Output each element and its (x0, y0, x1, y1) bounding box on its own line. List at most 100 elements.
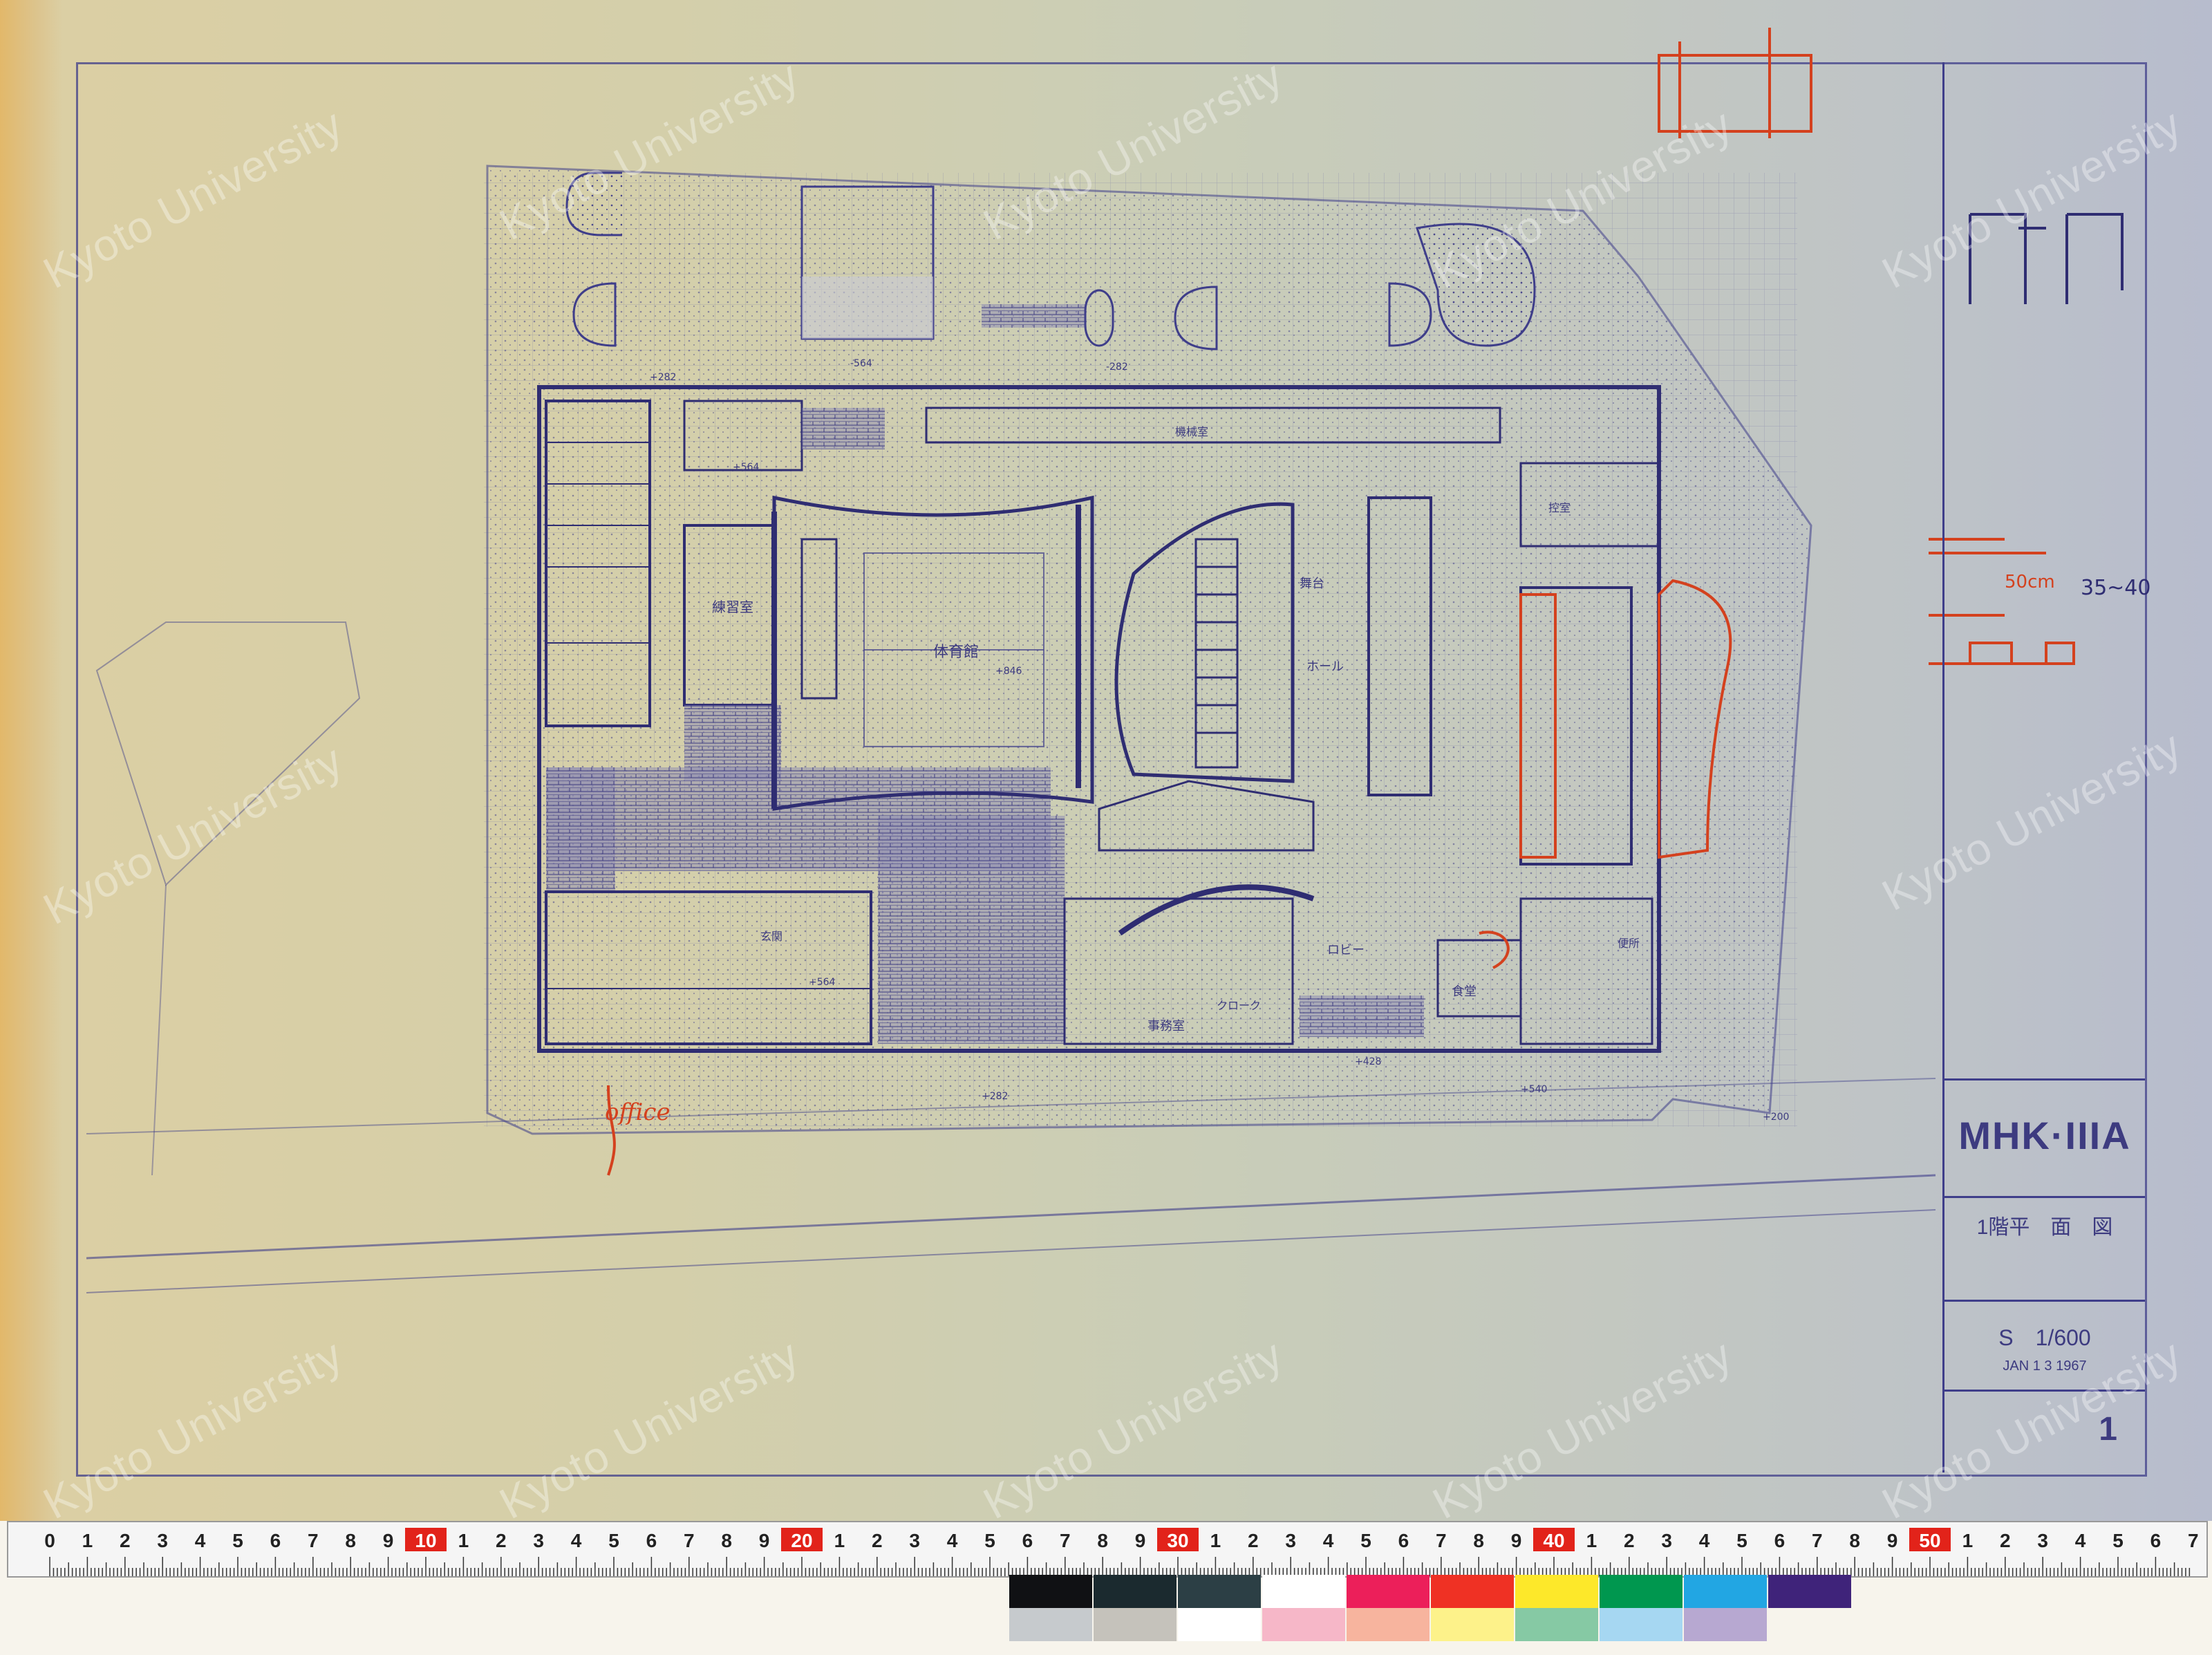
ruler-label: 2 (1624, 1530, 1635, 1551)
level-mark: +846 (995, 666, 1022, 677)
ruler-label: 30 (1167, 1530, 1188, 1551)
color-patch (1431, 1575, 1514, 1608)
ruler-label: 8 (1097, 1530, 1108, 1551)
ruler-label: 7 (2188, 1530, 2199, 1551)
ruler-label: 7 (1060, 1530, 1071, 1551)
label-toilet: 便所 (1618, 937, 1640, 950)
level-mark: +564 (733, 462, 760, 473)
color-patch (1094, 1608, 1177, 1641)
drawing-sheet: 体育館 練習室 舞台 ホール 事務室 クローク ロビー 食堂 便所 機械室 玄関… (0, 0, 2212, 1521)
label-entrance: 玄関 (760, 930, 782, 943)
color-patch (1684, 1608, 1767, 1641)
ruler-label: 5 (1360, 1530, 1371, 1551)
label-lobby: ロビー (1327, 943, 1365, 957)
label-cloak: クローク (1217, 999, 1261, 1012)
ruler-label: 7 (1812, 1530, 1823, 1551)
level-mark: +282 (650, 372, 676, 383)
ruler-label: 5 (1736, 1530, 1747, 1551)
ruler-label: 5 (232, 1530, 243, 1551)
color-patch (1768, 1575, 1851, 1608)
ruler-label: 9 (1511, 1530, 1522, 1551)
ruler-label: 1 (834, 1530, 845, 1551)
ruler-label: 4 (2075, 1530, 2086, 1551)
ruler-label: 2 (872, 1530, 883, 1551)
color-patch (1178, 1575, 1261, 1608)
ruler-label: 4 (1699, 1530, 1710, 1551)
color-patch (1009, 1608, 1092, 1641)
ruler-label: 6 (270, 1530, 281, 1551)
ruler-label: 3 (1285, 1530, 1296, 1551)
ruler-label: 1 (1962, 1530, 1974, 1551)
label-waiting: 控室 (1548, 501, 1571, 514)
label-gym: 体育館 (933, 644, 979, 661)
level-mark: -282 (1106, 362, 1128, 373)
ruler-label: 2 (1248, 1530, 1259, 1551)
ruler-label: 1 (1586, 1530, 1597, 1551)
ruler-label: 40 (1543, 1530, 1564, 1551)
ruler-label: 6 (1398, 1530, 1409, 1551)
color-patch (1347, 1608, 1430, 1641)
color-patch (1347, 1575, 1430, 1608)
color-patch (1684, 1575, 1767, 1608)
ruler-label: 4 (571, 1530, 582, 1551)
ruler-label: 8 (345, 1530, 356, 1551)
label-hall: ホール (1306, 660, 1344, 674)
ruler-label: 9 (1887, 1530, 1898, 1551)
drawing-title: 1階平 面 図 (1976, 1216, 2113, 1239)
ruler-label: 8 (1849, 1530, 1860, 1551)
ruler-label: 2 (120, 1530, 131, 1551)
level-mark: -564 (850, 358, 872, 369)
measurement-ruler: 0 1 2 3 4 5 6 7 8 9 10 1 2 3 4 5 6 7 8 9 20 1 2 3 4 5 6 7 8 9 30 1 2 3 4 5 6… (7, 1521, 2208, 1578)
ruler-label: 1 (458, 1530, 469, 1551)
color-patch (1515, 1608, 1598, 1641)
ruler-label: 0 (44, 1530, 55, 1551)
ruler-label: 5 (2112, 1530, 2124, 1551)
red-note-office: office (605, 1098, 671, 1126)
ruler-label: 3 (157, 1530, 168, 1551)
color-patch (1178, 1608, 1261, 1641)
ruler-label: 2 (496, 1530, 507, 1551)
color-patch (1431, 1608, 1514, 1641)
ruler-label: 5 (608, 1530, 619, 1551)
ruler-label: 6 (1022, 1530, 1033, 1551)
ruler-label: 5 (984, 1530, 995, 1551)
color-patch (1094, 1575, 1177, 1608)
ruler-label: 9 (383, 1530, 394, 1551)
ruler-label: 6 (1774, 1530, 1785, 1551)
ruler-label: 10 (415, 1530, 436, 1551)
ruler-label: 7 (308, 1530, 319, 1551)
color-patch (1515, 1575, 1598, 1608)
color-patch (1262, 1608, 1345, 1641)
level-mark: +564 (809, 977, 836, 988)
level-mark: +282 (982, 1091, 1008, 1102)
scale: S 1/600 (1998, 1325, 2091, 1350)
ruler-label: 1 (1210, 1530, 1221, 1551)
label-stage: 舞台 (1300, 577, 1324, 591)
ruler-label: 3 (909, 1530, 920, 1551)
color-patch (1262, 1575, 1345, 1608)
color-patch (1600, 1575, 1683, 1608)
ruler-label: 50 (1919, 1530, 1940, 1551)
color-patch (1009, 1575, 1092, 1608)
level-mark: +428 (1355, 1056, 1381, 1067)
label-office-room: 事務室 (1147, 1019, 1185, 1034)
ruler-label: 3 (533, 1530, 544, 1551)
ruler-label: 6 (2150, 1530, 2162, 1551)
ruler-label: 2 (2000, 1530, 2011, 1551)
ruler-label: 3 (2037, 1530, 2048, 1551)
ruler-label: 8 (1473, 1530, 1484, 1551)
level-mark: +200 (1763, 1112, 1789, 1123)
label-practice-room: 練習室 (712, 599, 753, 615)
ruler-label: 9 (759, 1530, 770, 1551)
ruler-label: 8 (721, 1530, 732, 1551)
ruler-label: 6 (646, 1530, 657, 1551)
ruler-label: 4 (195, 1530, 206, 1551)
ruler-ticks: 0 1 2 3 4 5 6 7 8 9 10 1 2 3 4 5 6 7 8 9 20 1 2 3 4 5 6 7 8 9 30 1 2 3 4 5 6… (44, 1528, 2199, 1576)
ruler-label: 9 (1135, 1530, 1146, 1551)
ruler-label: 4 (1323, 1530, 1334, 1551)
ruler-label: 4 (947, 1530, 958, 1551)
project-code: MHK·IIIA (1958, 1114, 2131, 1157)
ruler-label: 3 (1661, 1530, 1672, 1551)
ruler-label: 7 (1436, 1530, 1447, 1551)
label-machine-room: 機械室 (1175, 425, 1208, 438)
